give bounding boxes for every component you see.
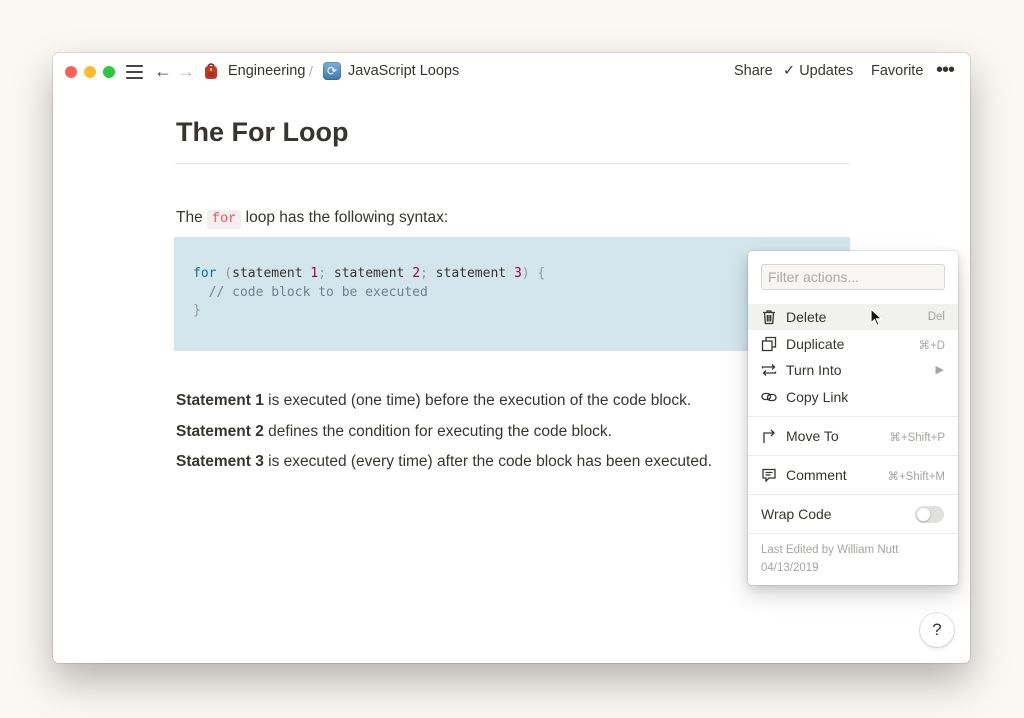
updates-label: Updates bbox=[799, 63, 854, 79]
last-edited-by: Last Edited by William Nutt bbox=[761, 544, 899, 556]
page-title: The For Loop bbox=[176, 117, 349, 147]
wrap-code-toggle[interactable] bbox=[915, 506, 944, 523]
intro-text-after: loop has the following syntax: bbox=[245, 209, 449, 226]
minimize-window-button[interactable] bbox=[84, 66, 96, 78]
help-button[interactable]: ? bbox=[920, 613, 954, 647]
move-to-icon bbox=[763, 429, 775, 443]
menu-item-comment[interactable]: Comment ⌘+Shift+M bbox=[748, 462, 958, 488]
sidebar-toggle-icon[interactable] bbox=[126, 64, 143, 79]
updates-button[interactable]: ✓ Updates bbox=[783, 63, 853, 79]
back-arrow-icon[interactable]: ← bbox=[154, 61, 172, 82]
more-options-icon[interactable]: ••• bbox=[936, 59, 955, 82]
turn-into-icon bbox=[761, 364, 777, 376]
titlebar: ← → Engineering / ⟳ JavaScript Loops Sha… bbox=[53, 53, 970, 93]
menu-divider bbox=[748, 494, 958, 495]
menu-item-duplicate[interactable]: Duplicate ⌘+D bbox=[748, 331, 958, 357]
code-line-2: // code block to be executed bbox=[193, 285, 428, 300]
code-line-3: } bbox=[193, 303, 201, 318]
intro-paragraph: The for loop has the following syntax: bbox=[176, 209, 449, 229]
trash-icon bbox=[763, 310, 775, 325]
submenu-arrow-icon: ▶ bbox=[935, 364, 944, 376]
backpack-icon bbox=[205, 63, 217, 79]
share-button[interactable]: Share bbox=[734, 63, 773, 79]
breadcrumb-separator: / bbox=[309, 63, 313, 79]
menu-item-delete[interactable]: Delete Del bbox=[748, 304, 958, 330]
link-icon bbox=[761, 392, 777, 402]
forward-arrow-icon[interactable]: → bbox=[177, 61, 195, 82]
toggle-knob bbox=[917, 508, 930, 521]
breadcrumb-javascript-loops[interactable]: JavaScript Loops bbox=[348, 63, 459, 79]
comment-icon bbox=[762, 468, 776, 483]
statement-1-paragraph: Statement 1 is executed (one time) befor… bbox=[176, 392, 692, 409]
menu-item-turn-into[interactable]: Turn Into ▶ bbox=[748, 357, 958, 383]
duplicate-icon bbox=[761, 336, 777, 352]
menu-item-copy-link[interactable]: Copy Link bbox=[748, 384, 958, 410]
filter-actions-input[interactable] bbox=[761, 264, 945, 290]
menu-divider bbox=[748, 533, 958, 534]
close-window-button[interactable] bbox=[65, 66, 77, 78]
statement-2-paragraph: Statement 2 defines the condition for ex… bbox=[176, 423, 612, 440]
menu-item-move-to[interactable]: Move To ⌘+Shift+P bbox=[748, 423, 958, 449]
statement-3-paragraph: Statement 3 is executed (every time) aft… bbox=[176, 453, 712, 470]
mouse-cursor-icon bbox=[870, 308, 884, 327]
breadcrumb-engineering[interactable]: Engineering bbox=[228, 63, 305, 79]
inline-code: for bbox=[207, 210, 242, 229]
menu-divider bbox=[748, 455, 958, 456]
code-line-1: for (statement 1; statement 2; statement… bbox=[193, 266, 546, 281]
refresh-icon: ⟳ bbox=[323, 62, 341, 80]
title-divider bbox=[175, 163, 850, 164]
maximize-window-button[interactable] bbox=[103, 66, 115, 78]
last-edited-date: 04/13/2019 bbox=[761, 562, 819, 574]
favorite-button[interactable]: Favorite bbox=[871, 63, 923, 79]
intro-text-before: The bbox=[176, 209, 203, 226]
menu-divider bbox=[748, 416, 958, 417]
check-icon: ✓ bbox=[783, 63, 796, 79]
block-actions-menu: Delete Del Duplicate ⌘+D Turn Into ▶ Cop… bbox=[748, 251, 958, 585]
